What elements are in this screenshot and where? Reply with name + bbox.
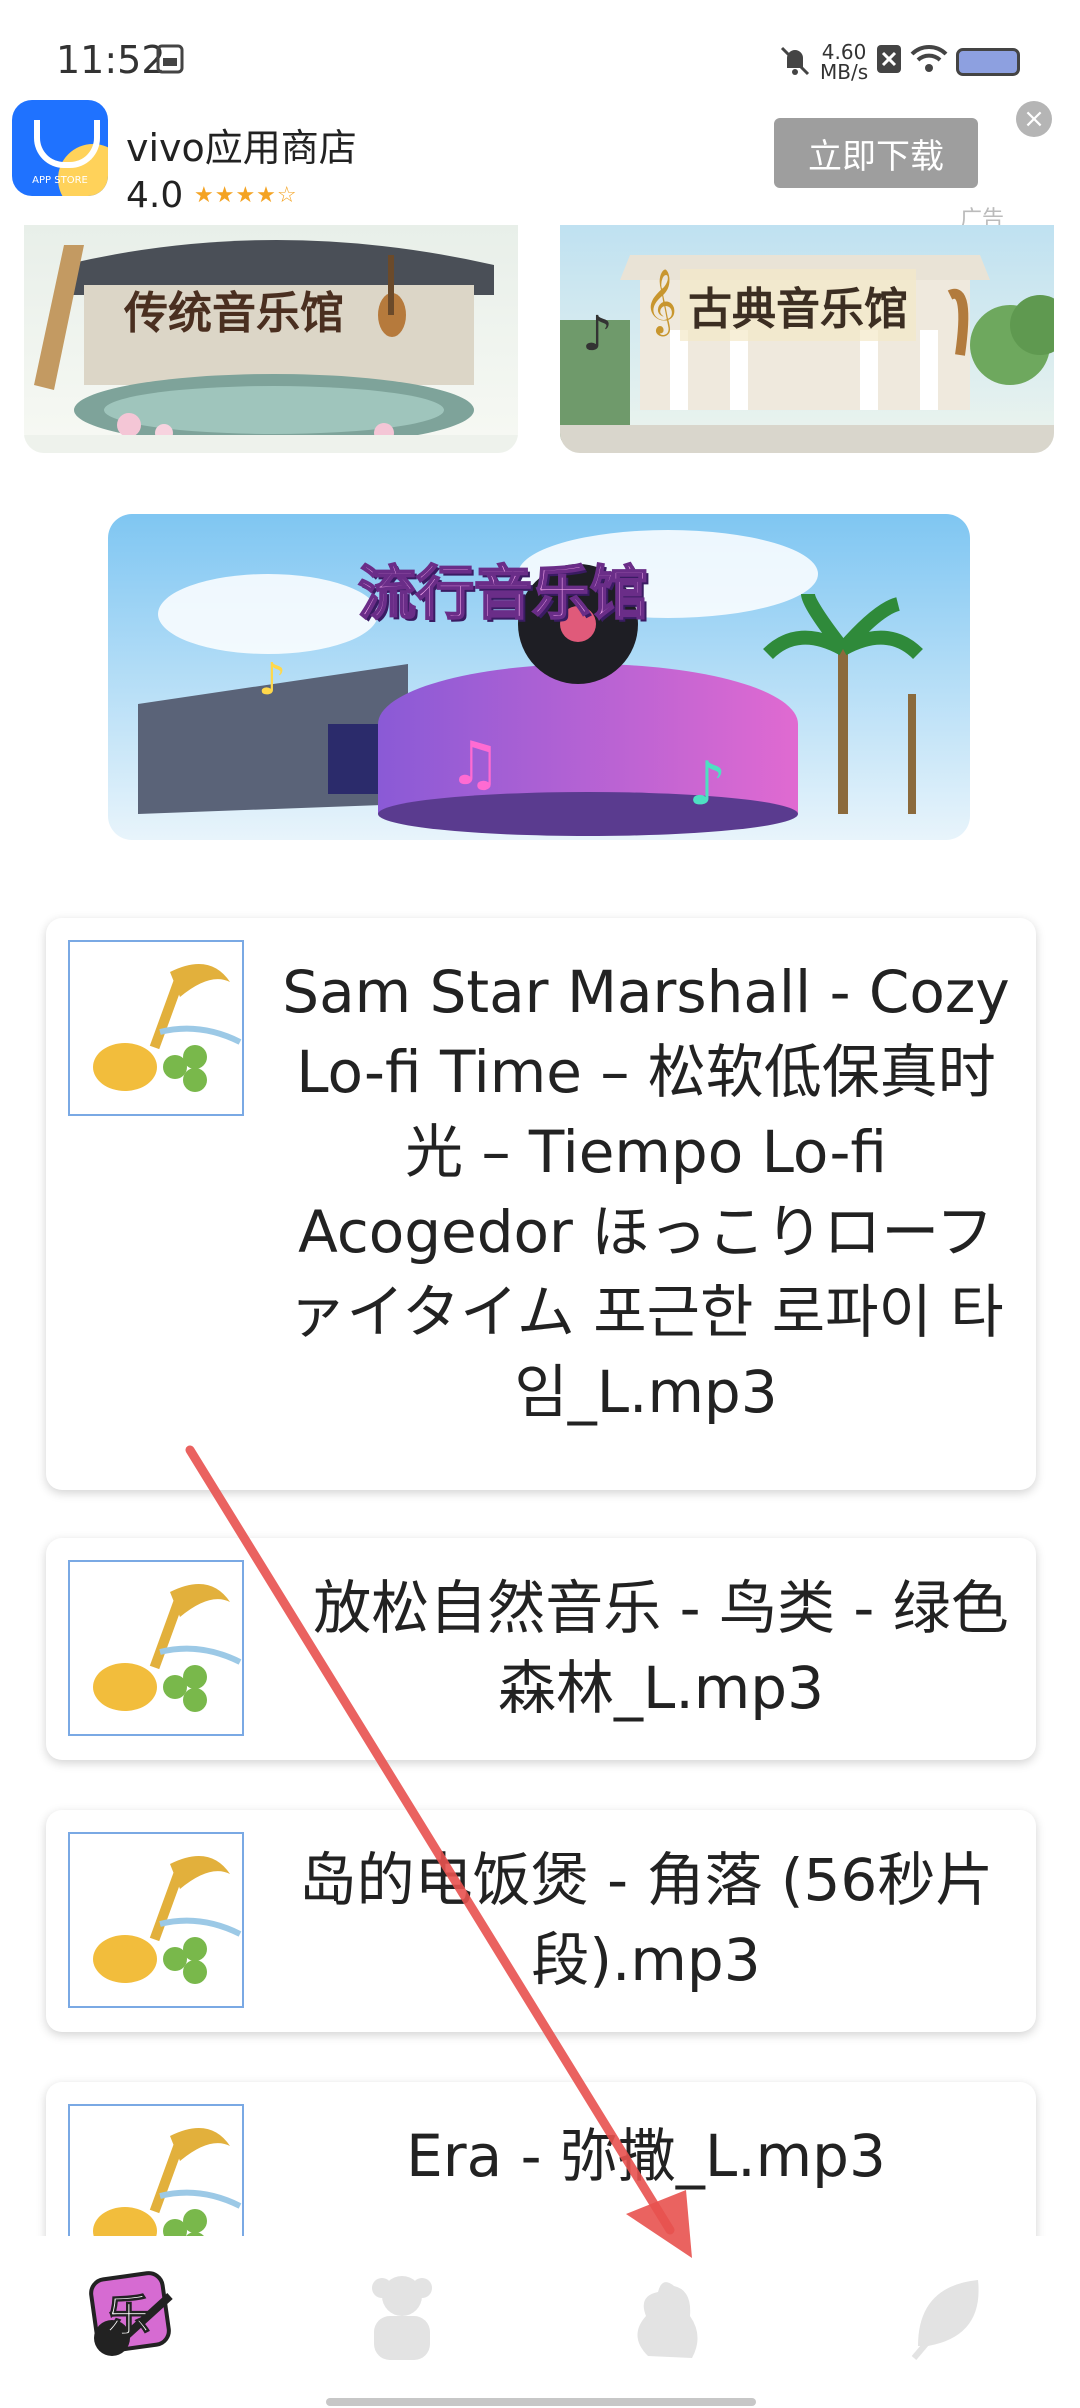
song-title: Sam Star Marshall - Cozy Lo-fi Time – 松软… [282,958,1010,1426]
logo-text: APP STORE [32,175,88,186]
ad-app-name[interactable]: vivo应用商店 [126,117,357,172]
no-sim-icon [876,44,902,78]
music-note-clover-icon [68,1560,244,1736]
home-indicator[interactable] [326,2398,756,2406]
ad-rating: 4.0 [126,175,184,216]
song-list-item[interactable]: 放松自然音乐 - 鸟类 - 绿色森林_L.mp3 [46,1538,1036,1760]
net-speed-unit: MB/s [820,60,869,84]
status-time: 11:52 [56,38,166,82]
svg-text:♫: ♫ [448,729,502,799]
close-ad-button[interactable]: × [1016,101,1052,137]
music-note-clover-icon [68,940,244,1116]
svg-text:♪: ♪ [258,654,286,705]
mute-icon [778,44,812,82]
nav-tab-leaf[interactable] [898,2266,998,2366]
pop-hall-title: 流行音乐馆 [357,558,649,628]
treble-clef-icon: 𝄞 [644,269,678,334]
app-store-logo[interactable]: APP STORE [12,100,108,196]
music-note-clover-icon [68,1832,244,2008]
squirrel-icon [637,2282,698,2358]
traditional-hall-title: 传统音乐馆 [124,288,344,339]
nav-tab-music[interactable]: 乐 [86,2266,186,2366]
classical-hall-title: 古典音乐馆 [680,269,916,341]
nav-tab-squirrel[interactable] [618,2266,718,2366]
song-title: 放松自然音乐 - 鸟类 - 绿色森林_L.mp3 [313,1574,1009,1722]
person-icon [372,2276,432,2360]
rating-stars-icon: ★★★★☆ [194,183,298,208]
close-icon: × [1023,104,1045,134]
bottom-navigation: 乐 [0,2236,1080,2408]
nav-music-label: 乐 [106,2291,151,2343]
wifi-icon [910,44,948,78]
net-speed-value: 4.60 [821,40,867,64]
nav-tab-person[interactable] [352,2266,452,2366]
ad-banner[interactable]: APP STORE vivo应用商店 4.0 ★★★★☆ 立即下载 × 广告 [0,95,1080,232]
song-list-item[interactable]: 岛的电饭煲 - 角落 (56秒片段).mp3 [46,1810,1036,2032]
song-title: Era - 弥撒_L.mp3 [406,2122,886,2190]
song-title: 岛的电饭煲 - 角落 (56秒片段).mp3 [298,1846,994,1994]
pop-music-hall-banner[interactable]: ♫ ♪ ♪ 流行音乐馆 [108,514,970,840]
classical-music-hall-banner[interactable]: ♪ 古典音乐馆 𝄞 [560,225,1054,453]
download-button[interactable]: 立即下载 [774,118,978,188]
song-list-item[interactable]: Sam Star Marshall - Cozy Lo-fi Time – 松软… [46,918,1036,1490]
svg-text:♪: ♪ [582,306,613,362]
sd-card-icon [156,44,184,78]
leaf-icon [911,2280,979,2360]
svg-text:♪: ♪ [688,749,726,819]
traditional-music-hall-banner[interactable]: 传统音乐馆 [24,225,518,453]
battery-icon [956,48,1020,76]
network-speed: 4.60 MB/s [820,42,868,82]
